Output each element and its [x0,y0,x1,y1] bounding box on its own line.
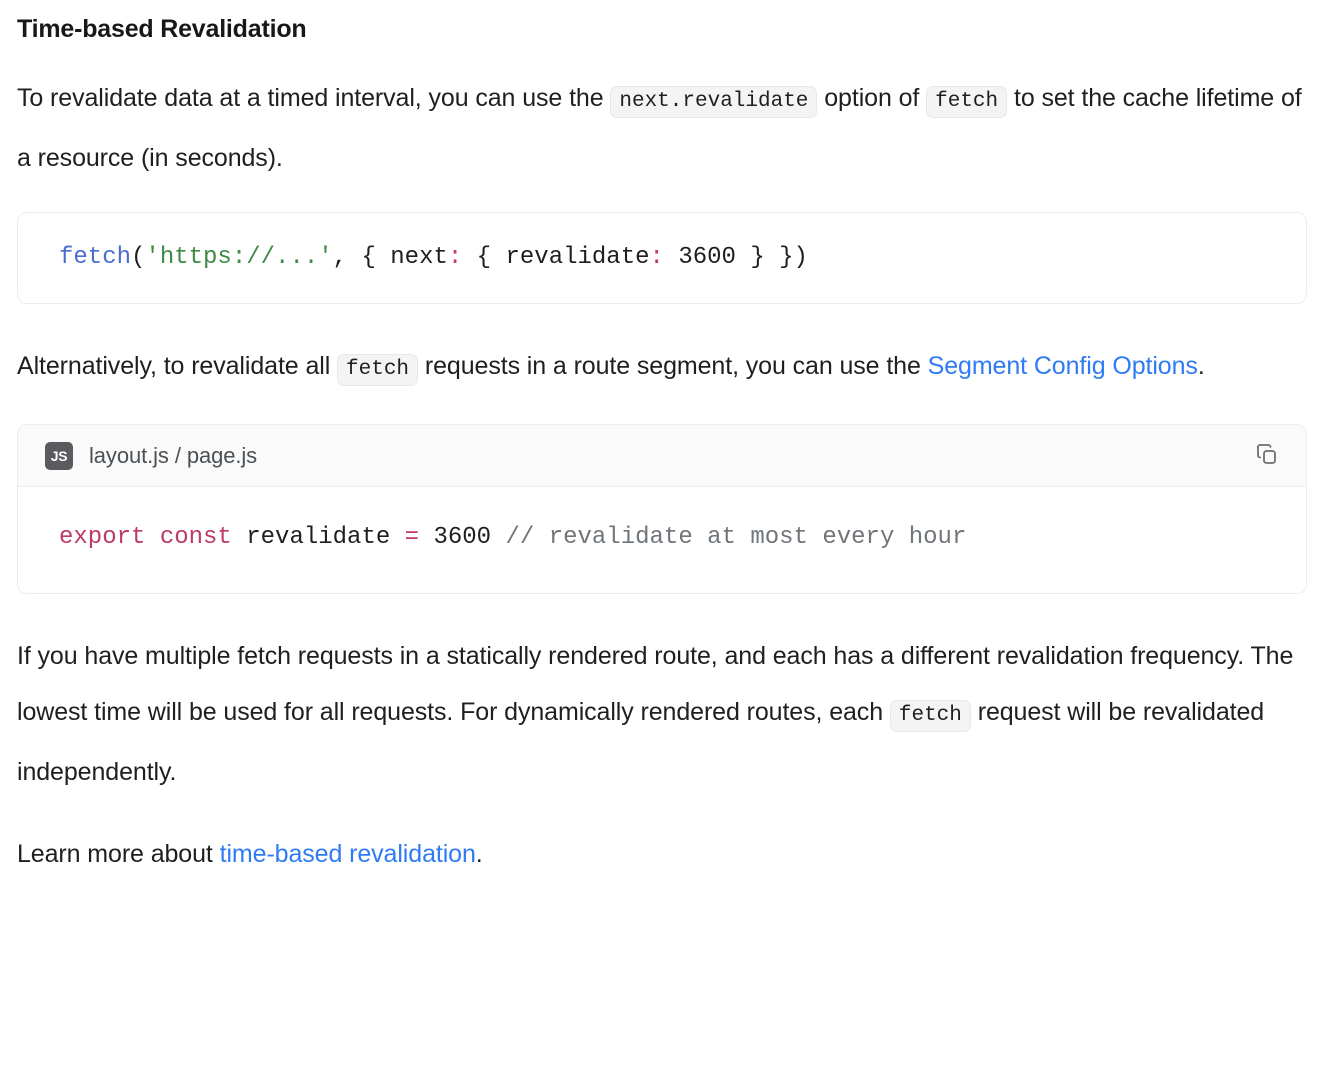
code-token: export const [59,524,232,551]
code-block-fetch-revalidate-body[interactable]: fetch('https://...', { next: { revalidat… [18,213,1306,303]
page-title: Time-based Revalidation [17,15,307,43]
code-block-header: JS layout.js / page.js [18,425,1306,487]
code-token: , { next [332,244,448,271]
code-block-fetch-revalidate: fetch('https://...', { next: { revalidat… [17,212,1307,304]
code-token: = [404,524,420,551]
paragraph-learn-more: Learn more about time-based revalidation… [17,826,1306,882]
paragraph-text-fragment: . [1197,352,1205,380]
code-token: // revalidate at most every hour [505,524,967,551]
paragraph-text-fragment: Alternatively, to revalidate all [17,352,338,380]
paragraph-text-fragment: . [475,840,483,868]
paragraph-text-fragment: Learn more about [17,840,220,868]
inline-code-fetch: fetch [926,86,1008,118]
code-token: 3600 [433,524,492,551]
code-token: 3600 [678,244,736,271]
code-token: { revalidate [462,244,650,271]
code-block-filename: layout.js / page.js [89,442,258,468]
paragraph-text-fragment: option of [817,84,927,112]
code-token: fetch [59,244,132,271]
paragraph-time-based-intro: To revalidate data at a timed interval, … [17,70,1306,186]
paragraph-multiple-fetch: If you have multiple fetch requests in a… [17,628,1306,800]
inline-code-next-revalidate: next.revalidate [610,86,818,118]
js-file-icon: JS [45,441,73,470]
link-segment-config-options[interactable]: Segment Config Options [928,352,1198,380]
code-token: 'https://...' [145,244,333,271]
copy-icon [1255,442,1279,469]
code-token: revalidate [231,524,405,551]
code-token: : [447,244,463,271]
inline-code-fetch: fetch [337,354,419,386]
code-token: : [649,244,664,271]
link-time-based-revalidation[interactable]: time-based revalidation [220,840,476,868]
copy-code-button[interactable] [1250,439,1284,473]
code-token: ( [131,244,146,271]
paragraph-segment-config: Alternatively, to revalidate all fetch r… [17,338,1306,398]
inline-code-fetch: fetch [889,700,971,732]
paragraph-text-fragment: requests in a route segment, you can use… [418,352,928,380]
code-block-segment-config: JS layout.js / page.js export const reva… [17,424,1307,594]
code-token: } }) [735,244,808,271]
code-block-segment-config-body[interactable]: export const revalidate = 3600 // revali… [18,487,1306,593]
doc-content: Time-based Revalidation To revalidate da… [0,0,1330,882]
paragraph-text-fragment: To revalidate data at a timed interval, … [17,84,611,112]
